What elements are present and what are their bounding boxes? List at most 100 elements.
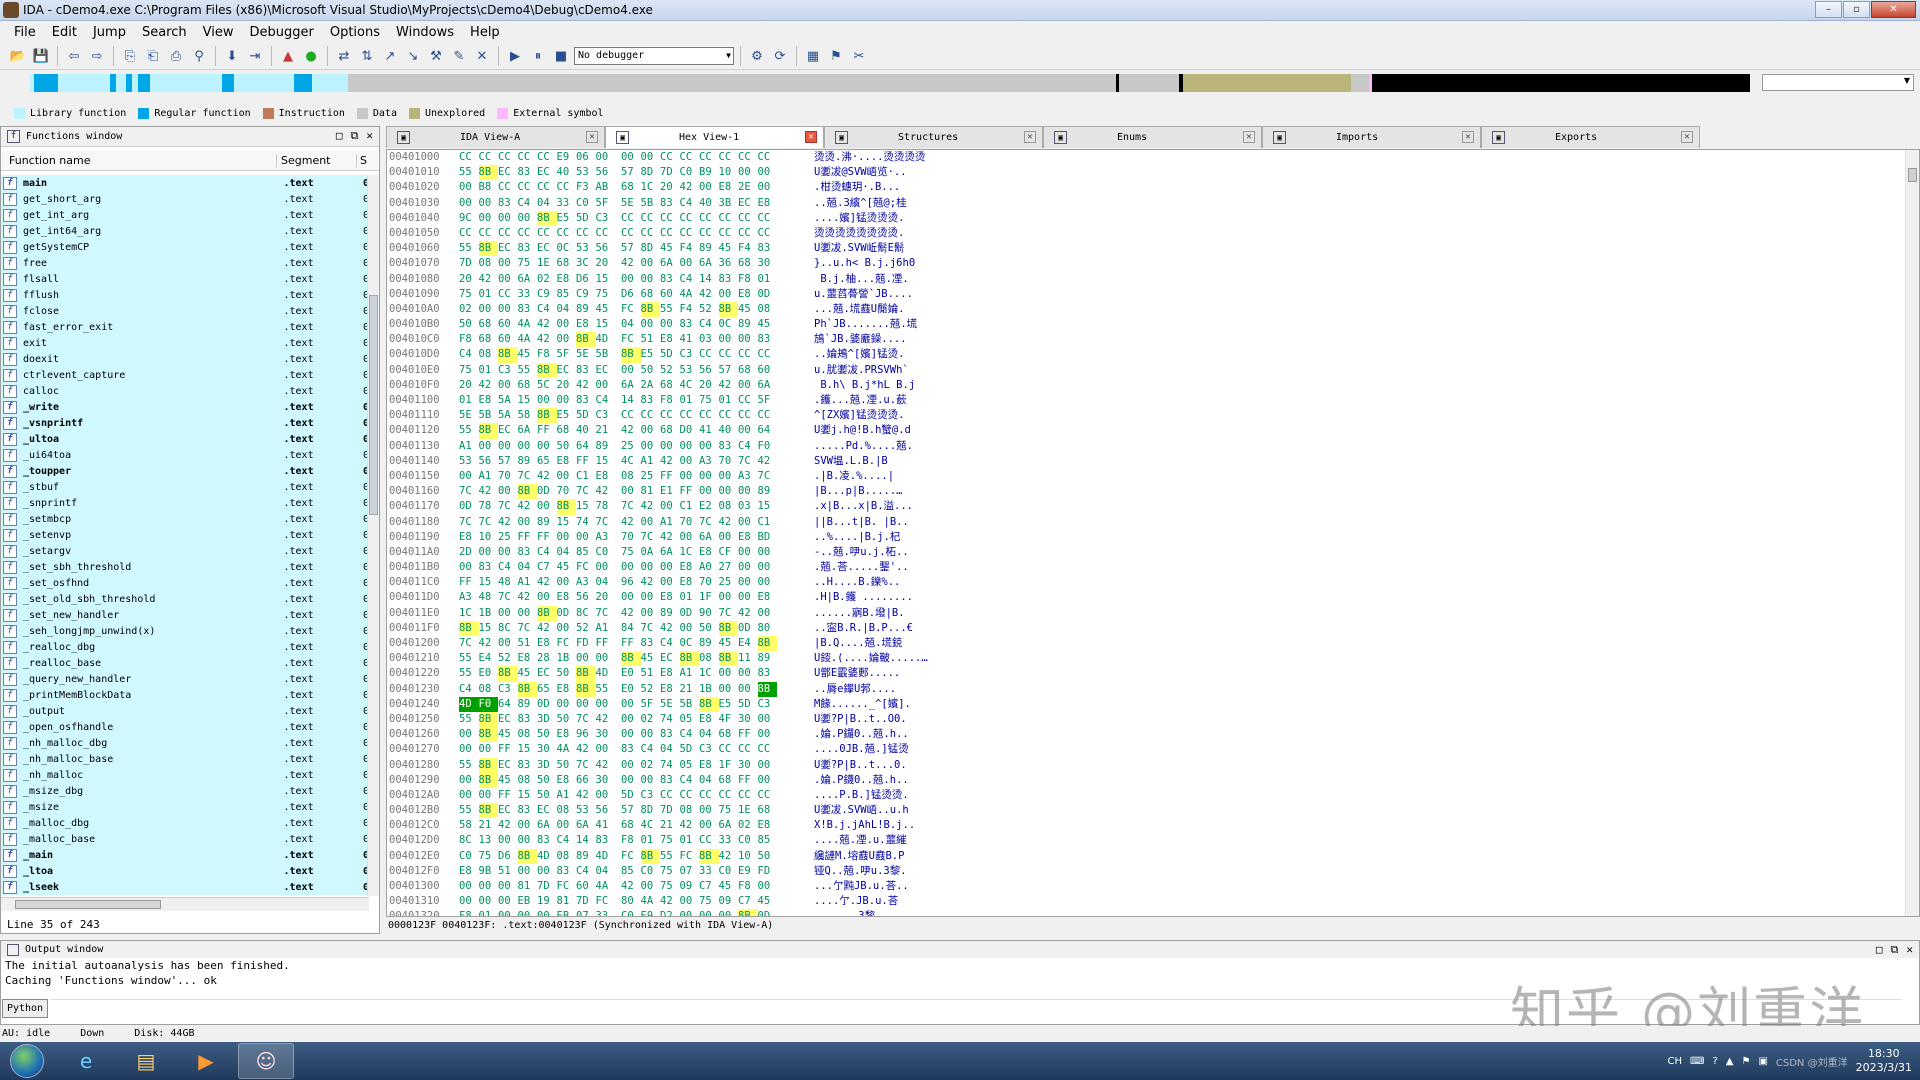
menu-jump[interactable]: Jump <box>85 25 134 40</box>
hex-byte[interactable]: C4 <box>537 302 557 317</box>
hex-byte[interactable]: 89 <box>596 439 616 454</box>
hex-byte[interactable]: 42 <box>596 484 616 499</box>
hex-byte[interactable]: 00 <box>498 606 518 621</box>
hex-byte[interactable]: 50 <box>641 363 661 378</box>
hex-byte[interactable]: C7 <box>537 560 557 575</box>
hex-byte[interactable]: E8 <box>758 818 778 833</box>
hex-byte[interactable]: 68 <box>557 423 577 438</box>
hex-byte[interactable]: CC <box>680 788 700 803</box>
hex-byte[interactable]: 00 <box>596 378 616 393</box>
function-row[interactable]: f _realloc_base .text 0 <box>1 655 369 671</box>
hex-byte[interactable]: 2E <box>738 180 758 195</box>
hex-byte[interactable]: 10 <box>479 530 499 545</box>
hex-byte[interactable]: 42 <box>660 530 680 545</box>
hex-byte[interactable]: CC <box>719 211 739 226</box>
hex-byte[interactable]: 1F <box>699 590 719 605</box>
hex-row[interactable]: 004011C0 FF 15 48 A1 42 00 A3 04 96 42 00 E8 70 25 00 00… <box>387 575 1919 590</box>
hex-byte[interactable]: A3 <box>596 530 616 545</box>
hex-byte[interactable]: C3 <box>498 682 518 697</box>
function-row[interactable]: f _set_sbh_threshold .text 0 <box>1 559 369 575</box>
hex-byte[interactable]: EC <box>537 803 557 818</box>
hex-byte[interactable]: 7D <box>459 256 479 271</box>
hex-byte[interactable]: 42 <box>719 515 739 530</box>
hex-byte[interactable]: 00 <box>738 423 758 438</box>
hex-byte[interactable]: 50 <box>537 773 557 788</box>
maximize-button[interactable]: ▫ <box>1843 1 1870 18</box>
hex-byte[interactable]: 52 <box>660 363 680 378</box>
hex-byte[interactable]: FC <box>557 879 577 894</box>
hex-byte[interactable]: 60 <box>498 317 518 332</box>
hex-byte[interactable]: 30 <box>738 758 758 773</box>
hex-byte[interactable]: 00 <box>719 666 739 681</box>
hex-byte[interactable]: 13 <box>479 833 499 848</box>
hex-byte[interactable]: 04 <box>660 742 680 757</box>
hex-byte[interactable]: 8B <box>679 651 699 667</box>
hex-byte[interactable]: 42 <box>641 499 661 514</box>
hex-byte[interactable]: 4D <box>596 849 616 864</box>
hex-row[interactable]: 004012E0 C0 75 D6 8B 4D 08 89 4D FC 8B 55 FC 8B 42 10 50… <box>387 848 1919 864</box>
hex-byte[interactable]: 00 <box>621 758 641 773</box>
hex-byte[interactable]: 08 <box>719 499 739 514</box>
hex-row[interactable]: 004011B0 00 83 C4 04 C7 45 FC 00 00 00 00 E8 A0 27 00 00… <box>387 560 1919 575</box>
hex-byte[interactable]: 7C <box>758 469 778 484</box>
hex-byte[interactable]: 42 <box>479 378 499 393</box>
hex-byte[interactable]: 57 <box>621 241 641 256</box>
col-function-name[interactable]: Function name <box>1 154 277 167</box>
hex-row[interactable]: 004010D0 C4 08 8B 45 F8 5F 5E 5B 8B E5 5D C3 CC CC CC CC… <box>387 347 1919 363</box>
hex-byte[interactable]: 4D <box>596 332 616 347</box>
hex-row[interactable]: 004010E0 75 01 C3 55 8B EC 83 EC 00 50 52 53 56 57 68 60… <box>387 362 1919 378</box>
hex-byte[interactable]: 00 <box>719 590 739 605</box>
hex-byte[interactable]: 7C <box>738 454 758 469</box>
hex-row[interactable]: 00401160 7C 42 00 8B 0D 70 7C 42 00 81 E1 FF 00 00 00 89… <box>387 484 1919 500</box>
hex-byte[interactable]: 68 <box>738 363 758 378</box>
hex-byte[interactable]: CC <box>738 150 758 165</box>
hex-byte[interactable]: 0D <box>680 606 700 621</box>
hex-byte[interactable]: 2D <box>459 545 479 560</box>
hex-byte[interactable]: 83 <box>518 302 538 317</box>
hex-byte[interactable]: 68 <box>479 317 499 332</box>
hex-byte[interactable]: 00 <box>621 363 641 378</box>
hex-row[interactable]: 004010C0 F8 68 60 4A 42 00 8B 4D FC 51 E8 41 03 00 00 83… <box>387 332 1919 348</box>
hex-byte[interactable]: 00 <box>680 909 700 916</box>
hex-byte[interactable]: 8B <box>718 620 738 637</box>
hex-byte[interactable]: 50 <box>699 621 719 636</box>
hex-byte[interactable]: 00 <box>758 606 778 621</box>
hex-byte[interactable]: E5 <box>641 347 661 362</box>
hex-byte[interactable]: 7C <box>459 636 479 651</box>
hex-byte[interactable]: 00 <box>596 651 616 666</box>
hex-byte[interactable]: 05 <box>680 712 700 727</box>
hex-byte[interactable]: E8 <box>680 575 700 590</box>
hex-byte[interactable]: 00 <box>459 742 479 757</box>
stop-icon[interactable]: ■ <box>551 46 571 66</box>
hex-byte[interactable]: 33 <box>719 833 739 848</box>
hex-byte[interactable]: 5D <box>660 347 680 362</box>
jump-address-icon[interactable]: ⇥ <box>245 46 265 66</box>
hex-byte[interactable]: 6A <box>576 818 596 833</box>
hex-byte[interactable]: A3 <box>459 590 479 605</box>
hex-byte[interactable]: 56 <box>596 241 616 256</box>
hex-byte[interactable]: 00 <box>680 621 700 636</box>
breakpoints-icon[interactable]: ▦ <box>803 46 823 66</box>
hex-byte[interactable]: 20 <box>459 378 479 393</box>
hex-byte[interactable]: 42 <box>719 378 739 393</box>
hex-byte[interactable]: F0 <box>478 696 498 712</box>
hex-byte[interactable]: E5 <box>719 697 739 712</box>
hex-byte[interactable]: 00 <box>660 560 680 575</box>
function-row[interactable]: f _msize .text 0 <box>1 799 369 815</box>
hex-byte[interactable]: C3 <box>596 211 616 226</box>
hex-byte[interactable]: 21 <box>660 818 680 833</box>
hex-byte[interactable]: 00 <box>641 590 661 605</box>
hex-byte[interactable]: 5C <box>537 378 557 393</box>
hex-row[interactable]: 00401140 53 56 57 89 65 E8 FF 15 4C A1 42 00 A3 70 7C 42… <box>387 454 1919 469</box>
hex-row[interactable]: 004010B0 50 68 60 4A 42 00 E8 15 04 00 00 83 C4 0C 89 45… <box>387 317 1919 332</box>
hex-byte[interactable]: 42 <box>680 180 700 195</box>
hex-byte[interactable]: C0 <box>719 864 739 879</box>
hex-byte[interactable]: 00 <box>660 317 680 332</box>
function-row[interactable]: f _toupper .text 0 <box>1 463 369 479</box>
hex-byte[interactable]: CC <box>758 226 778 241</box>
open-icon[interactable]: 📂 <box>8 46 28 66</box>
hex-byte[interactable]: D2 <box>660 909 680 916</box>
hex-byte[interactable]: 42 <box>621 879 641 894</box>
hex-byte[interactable]: 8B <box>699 696 719 712</box>
hex-byte[interactable]: 41 <box>596 818 616 833</box>
